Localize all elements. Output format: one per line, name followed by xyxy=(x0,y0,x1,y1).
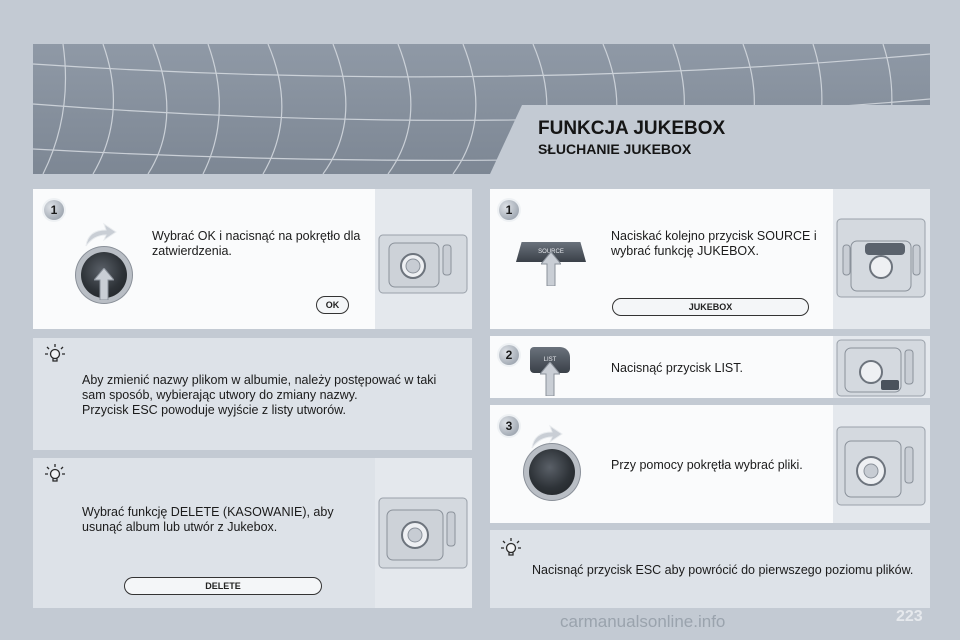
right-step1-line2: wybrać funkcję JUKEBOX. xyxy=(611,244,759,258)
left-tip1-line3: Przycisk ESC powoduje wyjście z listy ut… xyxy=(82,403,346,417)
delete-pill: DELETE xyxy=(124,577,322,595)
right-step3-radio-image xyxy=(833,405,930,523)
rotate-arrow-icon xyxy=(85,222,117,247)
left-tip2-line1: Wybrać funkcję DELETE (KASOWANIE), aby xyxy=(82,505,334,519)
right-tip-text: Nacisnąć przycisk ESC aby powrócić do pi… xyxy=(532,563,914,577)
page-subtitle: SŁUCHANIE JUKEBOX xyxy=(538,141,692,157)
page-number: 223 xyxy=(896,608,923,625)
right-step3-text: Przy pomocy pokrętła wybrać pliki. xyxy=(611,458,803,472)
ok-pill: OK xyxy=(316,296,349,314)
left-step1-number: 1 xyxy=(44,200,64,220)
right-step1-number: 1 xyxy=(499,200,519,220)
press-arrow-icon xyxy=(540,362,560,396)
jukebox-pill: JUKEBOX xyxy=(612,298,809,316)
watermark: carmanualsonline.info xyxy=(560,612,726,631)
right-step1-line1: Naciskać kolejno przycisk SOURCE i xyxy=(611,229,817,243)
right-step1-text: Naciskać kolejno przycisk SOURCE i wybra… xyxy=(611,229,826,259)
press-arrow-icon xyxy=(94,268,114,300)
left-tip2-line2: usunąć album lub utwór z Jukebox. xyxy=(82,520,278,534)
lightbulb-icon xyxy=(501,538,521,556)
right-step3-number: 3 xyxy=(499,416,519,436)
right-step2-text: Nacisnąć przycisk LIST. xyxy=(611,361,743,375)
left-tip1-line2: sam sposób, wybierając utwory do zmiany … xyxy=(82,388,358,402)
lightbulb-icon xyxy=(45,464,65,482)
left-step1-text: Wybrać OK i nacisnąć na pokrętło dla zat… xyxy=(152,229,361,258)
rotate-arrow-icon xyxy=(531,424,563,449)
right-step1-radio-image xyxy=(833,189,930,329)
lightbulb-icon xyxy=(45,344,65,362)
left-tip1-text: Aby zmienić nazwy plikom w albumie, nale… xyxy=(82,373,467,418)
right-step2-number: 2 xyxy=(499,345,519,365)
right-step2-radio-image xyxy=(833,336,930,398)
rotary-knob-icon xyxy=(529,449,575,495)
page-title: FUNKCJA JUKEBOX xyxy=(538,118,726,139)
left-tip1-line1: Aby zmienić nazwy plikom w albumie, nale… xyxy=(82,373,437,387)
left-tip2-text: Wybrać funkcję DELETE (KASOWANIE), aby u… xyxy=(82,505,367,535)
press-arrow-icon xyxy=(541,252,561,286)
left-tip2-radio-image xyxy=(375,458,472,608)
left-step1-radio-image xyxy=(375,189,472,329)
